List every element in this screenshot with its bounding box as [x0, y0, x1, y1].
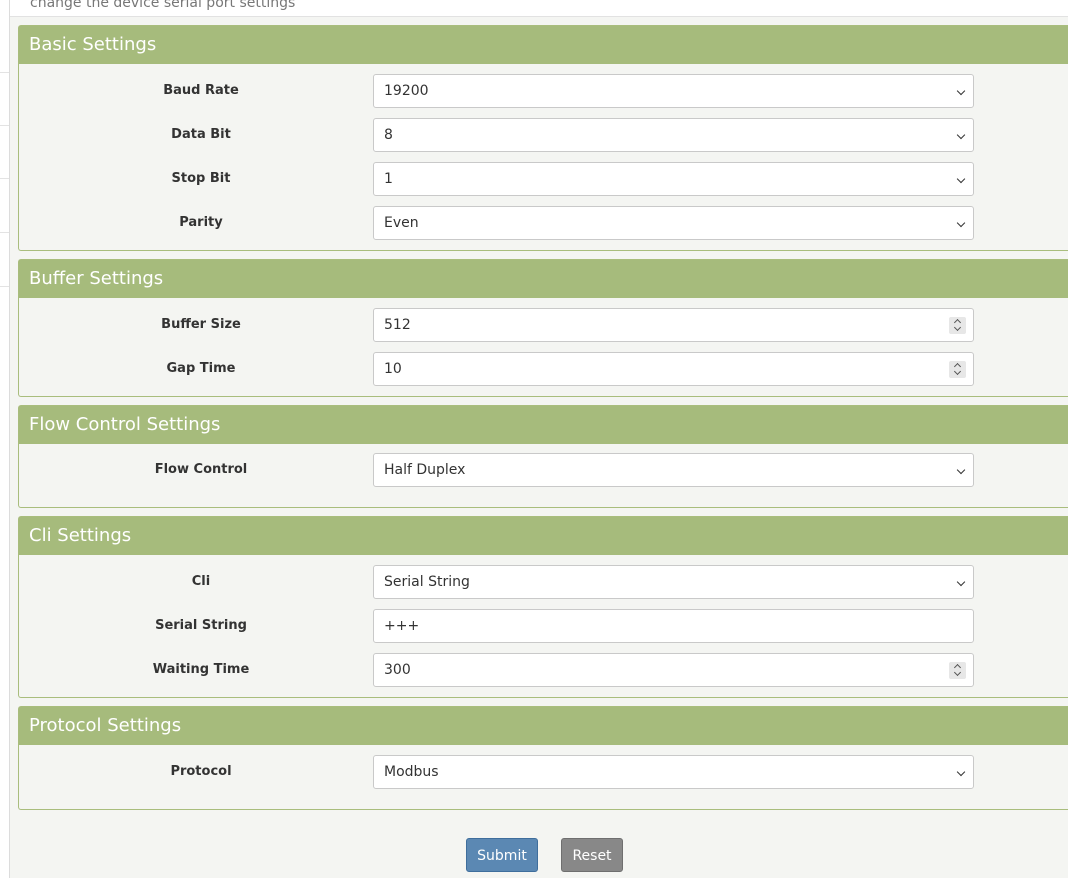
cli-label: Cli — [191, 574, 211, 589]
left-sidebar-edge — [0, 0, 10, 878]
stop-bit-row: Stop Bit 1 — [19, 162, 1068, 196]
cli-settings-panel: Cli Settings Cli Serial String Serial St… — [18, 516, 1068, 698]
chevron-down-icon — [956, 130, 966, 140]
flow-control-settings-title: Flow Control Settings — [19, 406, 1068, 444]
waiting-time-row: Waiting Time 300 — [19, 653, 1068, 687]
stop-bit-value: 1 — [384, 171, 393, 187]
page-description-bar: change the device serial port settings — [10, 0, 1068, 17]
serial-string-label: Serial String — [155, 618, 247, 633]
spin-down-icon[interactable] — [953, 668, 962, 677]
basic-settings-title: Basic Settings — [19, 26, 1068, 64]
chevron-down-icon — [956, 86, 966, 96]
spin-down-icon[interactable] — [953, 367, 962, 376]
protocol-value: Modbus — [384, 764, 439, 780]
buffer-settings-title: Buffer Settings — [19, 260, 1068, 298]
data-bit-label: Data Bit — [171, 127, 231, 142]
protocol-settings-title: Protocol Settings — [19, 707, 1068, 745]
serial-string-row: Serial String +++ — [19, 609, 1068, 643]
flow-control-value: Half Duplex — [384, 462, 466, 478]
chevron-down-icon — [956, 174, 966, 184]
cli-value: Serial String — [384, 574, 470, 590]
gap-time-input[interactable]: 10 — [373, 352, 974, 386]
gap-time-row: Gap Time 10 — [19, 352, 1068, 386]
parity-select[interactable]: Even — [373, 206, 974, 240]
baud-rate-value: 19200 — [384, 83, 429, 99]
sidebar-divider — [0, 286, 9, 287]
reset-button[interactable]: Reset — [561, 838, 623, 872]
stop-bit-label: Stop Bit — [171, 171, 231, 186]
buffer-settings-panel: Buffer Settings Buffer Size 512 Gap Time… — [18, 259, 1068, 397]
waiting-time-input[interactable]: 300 — [373, 653, 974, 687]
waiting-time-label: Waiting Time — [152, 662, 250, 677]
submit-button[interactable]: Submit — [466, 838, 538, 872]
protocol-label: Protocol — [170, 764, 232, 779]
serial-string-input[interactable]: +++ — [373, 609, 974, 643]
sidebar-divider — [0, 178, 9, 179]
chevron-down-icon — [956, 767, 966, 777]
basic-settings-panel: Basic Settings Baud Rate 19200 Data Bit … — [18, 25, 1068, 251]
sidebar-divider — [0, 232, 9, 233]
cli-select[interactable]: Serial String — [373, 565, 974, 599]
flow-control-label: Flow Control — [154, 462, 248, 477]
chevron-down-icon — [956, 218, 966, 228]
baud-rate-label: Baud Rate — [163, 83, 239, 98]
buffer-size-row: Buffer Size 512 — [19, 308, 1068, 342]
parity-label: Parity — [179, 215, 223, 230]
number-spinner-icon[interactable] — [949, 662, 966, 679]
cli-row: Cli Serial String — [19, 565, 1068, 599]
data-bit-select[interactable]: 8 — [373, 118, 974, 152]
data-bit-value: 8 — [384, 127, 393, 143]
baud-rate-row: Baud Rate 19200 — [19, 74, 1068, 108]
protocol-settings-panel: Protocol Settings Protocol Modbus — [18, 706, 1068, 810]
gap-time-label: Gap Time — [166, 361, 236, 376]
number-spinner-icon[interactable] — [949, 317, 966, 334]
flow-control-select[interactable]: Half Duplex — [373, 453, 974, 487]
cli-settings-title: Cli Settings — [19, 517, 1068, 555]
buffer-size-input[interactable]: 512 — [373, 308, 974, 342]
spin-down-icon[interactable] — [953, 323, 962, 332]
waiting-time-value: 300 — [384, 662, 411, 678]
gap-time-value: 10 — [384, 361, 402, 377]
protocol-row: Protocol Modbus — [19, 755, 1068, 789]
buffer-size-value: 512 — [384, 317, 411, 333]
protocol-select[interactable]: Modbus — [373, 755, 974, 789]
parity-row: Parity Even — [19, 206, 1068, 240]
parity-value: Even — [384, 215, 419, 231]
stop-bit-select[interactable]: 1 — [373, 162, 974, 196]
page-description: change the device serial port settings — [30, 0, 296, 11]
baud-rate-select[interactable]: 19200 — [373, 74, 974, 108]
chevron-down-icon — [956, 577, 966, 587]
sidebar-divider — [0, 72, 9, 73]
flow-control-row: Flow Control Half Duplex — [19, 453, 1068, 487]
flow-control-settings-panel: Flow Control Settings Flow Control Half … — [18, 405, 1068, 508]
chevron-down-icon — [956, 465, 966, 475]
serial-string-value: +++ — [384, 618, 420, 634]
number-spinner-icon[interactable] — [949, 361, 966, 378]
data-bit-row: Data Bit 8 — [19, 118, 1068, 152]
sidebar-divider — [0, 125, 9, 126]
buffer-size-label: Buffer Size — [161, 317, 241, 332]
